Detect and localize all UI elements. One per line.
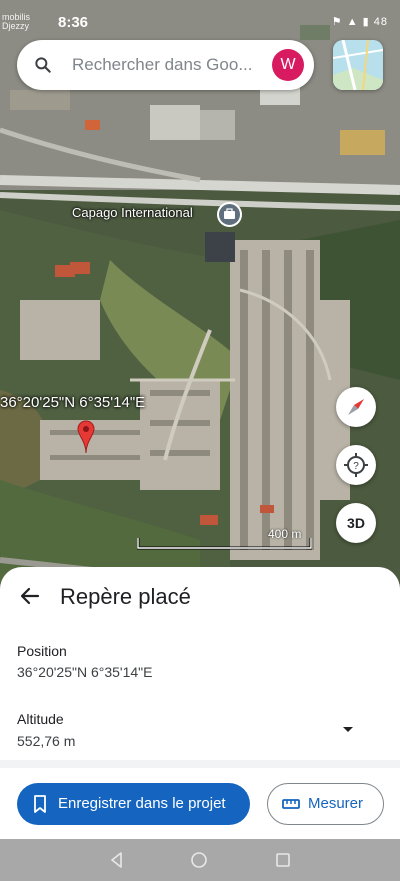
map-thumbnail-icon	[333, 40, 383, 90]
sheet-title: Repère placé	[60, 584, 191, 609]
bookmark-icon	[34, 795, 46, 813]
svg-text:?: ?	[353, 461, 359, 472]
nav-back-icon[interactable]	[107, 850, 127, 870]
position-value: 36°20'25"N 6°35'14"E	[17, 664, 153, 680]
place-label[interactable]: Capago International	[72, 205, 193, 220]
carrier-label: mobilis Djezzy	[2, 12, 31, 31]
dropped-pin-icon[interactable]	[77, 420, 95, 454]
measure-button-label: Mesurer	[308, 795, 364, 812]
search-placeholder[interactable]: Rechercher dans Goo...	[72, 55, 268, 75]
clock: 8:36	[58, 14, 89, 31]
my-location-button[interactable]: ?	[336, 445, 376, 485]
status-bar: mobilis Djezzy 8:36 ⚑ ▲ ▮ 48	[0, 0, 400, 40]
scale-label: 400 m	[268, 527, 302, 541]
briefcase-icon	[224, 208, 235, 219]
measure-button[interactable]: Mesurer	[267, 783, 384, 825]
bottom-sheet: Repère placé Position 36°20'25"N 6°35'14…	[0, 567, 400, 839]
compass-button[interactable]	[336, 387, 376, 427]
layers-button[interactable]	[333, 40, 383, 90]
save-button-label: Enregistrer dans le projet	[58, 795, 226, 812]
ruler-icon	[282, 799, 300, 809]
divider	[0, 760, 400, 768]
search-bar[interactable]: Rechercher dans Goo... W	[17, 40, 314, 90]
search-icon	[35, 57, 51, 73]
coordinates-label: 36°20'25"N 6°35'14"E	[0, 394, 146, 411]
compass-icon	[348, 399, 364, 415]
3d-toggle-button[interactable]: 3D	[336, 503, 376, 543]
altitude-label: Altitude	[17, 711, 64, 727]
system-nav-bar	[0, 839, 400, 881]
status-icons: ⚑ ▲ ▮ 48	[331, 16, 388, 28]
business-pin-icon[interactable]	[217, 202, 242, 227]
nav-recents-icon[interactable]	[273, 850, 293, 870]
avatar[interactable]: W	[272, 49, 304, 81]
chevron-down-icon[interactable]	[336, 717, 360, 741]
back-arrow-icon[interactable]	[18, 584, 42, 608]
save-to-project-button[interactable]: Enregistrer dans le projet	[17, 783, 250, 825]
satellite-map[interactable]: mobilis Djezzy 8:36 ⚑ ▲ ▮ 48 Rechercher …	[0, 0, 400, 600]
position-label: Position	[17, 643, 67, 659]
location-target-icon: ?	[344, 453, 368, 477]
nav-home-icon[interactable]	[189, 850, 209, 870]
altitude-value: 552,76 m	[17, 733, 76, 749]
